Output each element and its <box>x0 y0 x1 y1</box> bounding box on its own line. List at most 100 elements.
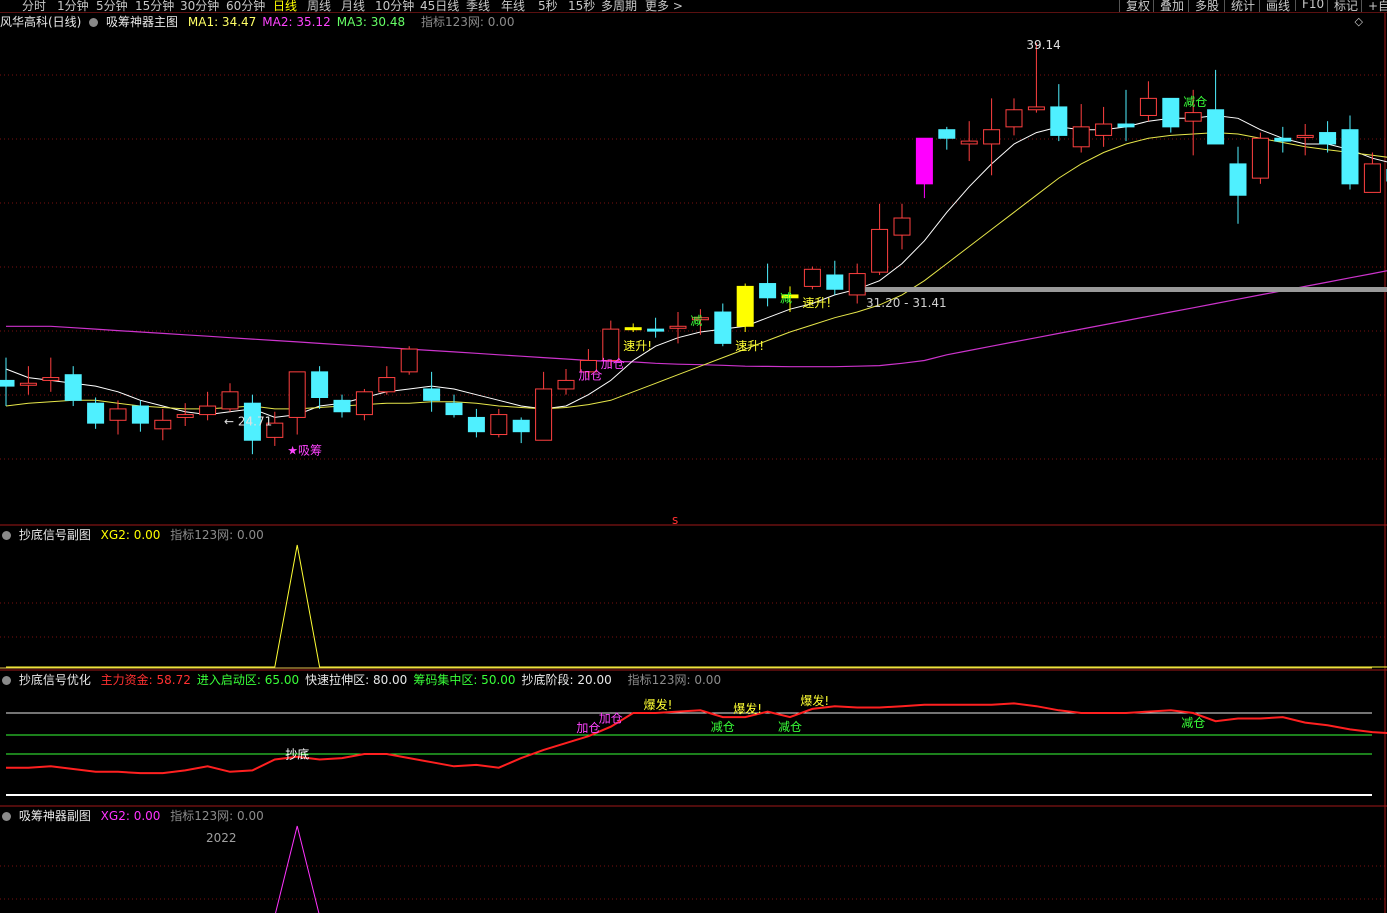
candle-23 <box>512 417 530 444</box>
candle-body-27 <box>602 328 620 361</box>
indicator-toggle-icon[interactable] <box>89 18 99 27</box>
candle-body-57 <box>1274 137 1292 142</box>
candle-body-23 <box>512 419 530 433</box>
panel-borders <box>0 12 1387 913</box>
candle-40 <box>893 203 911 250</box>
ma-legend-item-3: MA3: 30.48 <box>336 15 406 29</box>
candle-17 <box>378 366 396 395</box>
candle-33 <box>736 283 754 332</box>
sub2-source: 指标123网: 0.00 <box>627 673 722 687</box>
candle-body-15 <box>333 399 351 413</box>
candle-44 <box>983 98 1001 176</box>
candle-body-14 <box>311 371 329 399</box>
chart-canvas[interactable]: 31.20 - 31.41 ← 24.71★吸筹加仓加仓速升!减速升!减 速升!3… <box>0 0 1387 913</box>
toolbar-button-5[interactable]: F10 <box>1295 0 1324 11</box>
diamond-icon[interactable]: ◇ <box>1355 15 1363 28</box>
main-indicator-name[interactable]: 吸筹神器主图 <box>106 15 178 29</box>
candle-body-22 <box>490 414 508 436</box>
candle-body-28 <box>624 327 642 331</box>
sub3-toggle-icon[interactable] <box>2 812 11 821</box>
period-tab-11[interactable]: 季线 <box>466 0 490 12</box>
candle-10 <box>221 383 239 412</box>
sub2-threshold-lines <box>6 712 1372 796</box>
toolbar-button-3[interactable]: 统计 <box>1224 0 1255 12</box>
support-bar <box>865 287 1387 292</box>
sub2-toggle-icon[interactable] <box>2 676 11 685</box>
candle-body-20 <box>445 402 463 416</box>
sub1-toggle-icon[interactable] <box>2 531 11 540</box>
candle-body-2 <box>42 377 60 381</box>
candle-body-39 <box>871 228 889 273</box>
candle-38 <box>848 263 866 304</box>
sub2-annotation-3: 爆发! <box>644 697 673 712</box>
period-tab-9[interactable]: 10分钟 <box>375 0 414 12</box>
candle-19 <box>423 371 441 412</box>
candle-body-6 <box>131 405 149 424</box>
toolbar-button-2[interactable]: 多股 <box>1188 0 1219 12</box>
period-tab-3[interactable]: 15分钟 <box>135 0 174 12</box>
candle-56 <box>1251 132 1269 184</box>
ma-legend: MA1: 34.47 MA2: 35.12 MA3: 30.48 <box>188 15 411 29</box>
candle-body-1 <box>19 382 37 386</box>
period-tab-2[interactable]: 5分钟 <box>96 0 128 12</box>
candle-15 <box>333 394 351 418</box>
period-tab-1[interactable]: 1分钟 <box>57 0 89 12</box>
candle-body-8 <box>176 414 194 418</box>
candle-49 <box>1095 106 1113 147</box>
period-tab-6[interactable]: 日线 <box>273 0 297 12</box>
period-tab-13[interactable]: 5秒 <box>538 0 558 12</box>
candle-body-24 <box>535 388 553 441</box>
candle-body-56 <box>1251 137 1269 179</box>
candle-body-45 <box>1005 109 1023 128</box>
stock-title[interactable]: 风华高科(日线) <box>0 15 81 29</box>
toolbar-button-1[interactable]: 叠加 <box>1153 0 1184 12</box>
sub1-polyline <box>6 544 1387 668</box>
candle-8 <box>176 403 194 426</box>
sub1-name[interactable]: 抄底信号副图 <box>19 528 91 542</box>
sub2-polyline <box>6 702 1387 775</box>
period-tab-0[interactable]: 分时 <box>22 0 46 12</box>
sub3-series-name: XG2: <box>100 809 130 823</box>
sub2-annotation-7: 爆发! <box>800 693 829 708</box>
candle-body-9 <box>199 405 217 416</box>
candle-body-41 <box>915 137 933 185</box>
candle-32 <box>714 303 732 347</box>
sub2-annotation-8: 减仓 <box>1181 716 1205 730</box>
toolbar-button-7[interactable]: +自 <box>1361 0 1387 12</box>
candle-body-36 <box>803 268 821 287</box>
period-tab-4[interactable]: 30分钟 <box>180 0 219 12</box>
candle-37 <box>826 260 844 295</box>
sub1-signal-line <box>0 544 1387 669</box>
sub2-annotation-0: 抄底 <box>285 747 309 762</box>
sub2-name[interactable]: 抄底信号优化 <box>19 673 91 687</box>
period-tab-16[interactable]: 更多 > <box>645 0 683 12</box>
sub3-name[interactable]: 吸筹神器副图 <box>19 809 91 823</box>
candle-45 <box>1005 98 1023 136</box>
period-tab-7[interactable]: 周线 <box>307 0 331 12</box>
ma1-line <box>5 114 1387 418</box>
period-tab-14[interactable]: 15秒 <box>568 0 595 12</box>
toolbar-button-4[interactable]: 画线 <box>1259 0 1290 12</box>
period-tab-15[interactable]: 多周期 <box>601 0 637 12</box>
candle-46 <box>1027 43 1045 113</box>
candle-47 <box>1050 84 1068 142</box>
sub3-series-value: 0.00 <box>133 809 161 823</box>
toolbar-button-0[interactable]: 复权 <box>1119 0 1150 12</box>
main-annotation-4: 速升! <box>623 339 652 353</box>
support-band: 31.20 - 31.41 <box>865 287 1387 310</box>
sub3-source: 指标123网: 0.00 <box>170 809 264 823</box>
candle-36 <box>803 266 821 290</box>
candle-body-58 <box>1296 134 1314 138</box>
period-tab-12[interactable]: 年线 <box>501 0 525 12</box>
candle-5 <box>109 400 127 435</box>
period-tab-10[interactable]: 45日线 <box>420 0 459 12</box>
candle-3 <box>64 366 82 407</box>
sub3-series-label: XG2: 0.00 <box>101 809 161 823</box>
period-tab-5[interactable]: 60分钟 <box>226 0 265 12</box>
toolbar-button-6[interactable]: 标记 <box>1327 0 1358 12</box>
candle-25 <box>557 369 575 395</box>
candle-body-42 <box>938 129 956 139</box>
sub2-annotation-2: 加仓 <box>599 712 623 726</box>
sub2-capital-line <box>6 702 1387 775</box>
period-tab-8[interactable]: 月线 <box>341 0 365 12</box>
